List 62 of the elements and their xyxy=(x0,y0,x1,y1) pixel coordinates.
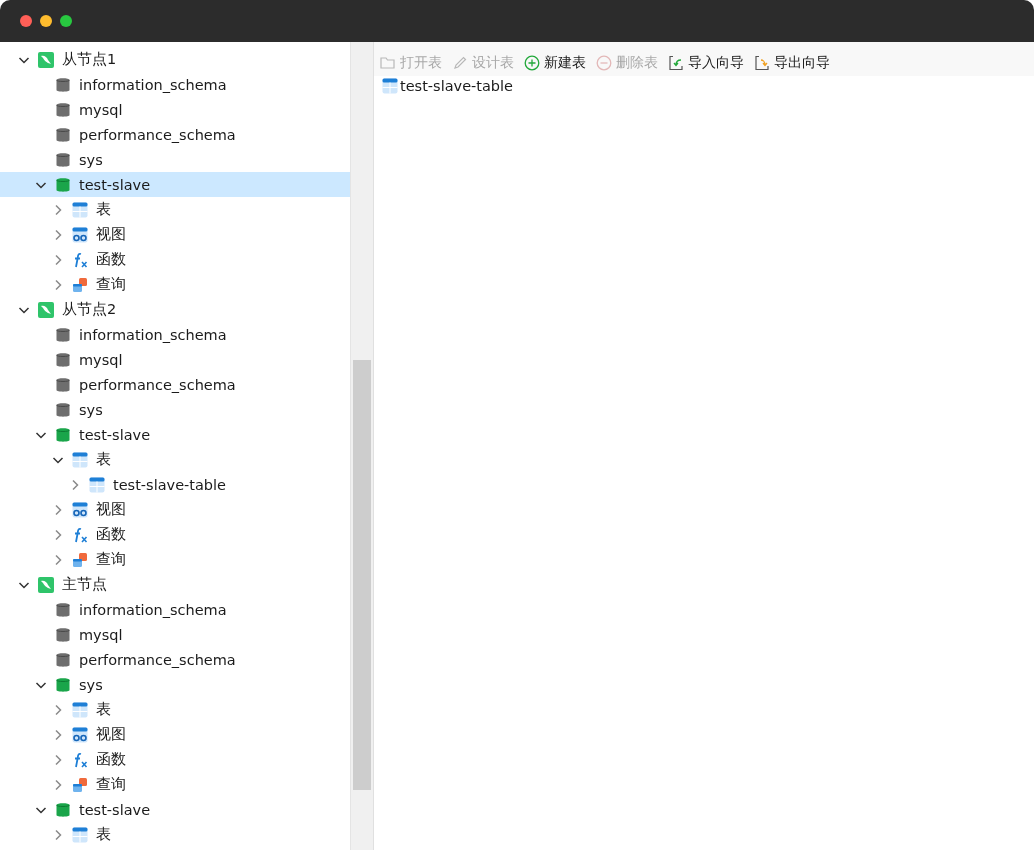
tree-item[interactable]: information_schema xyxy=(0,322,350,347)
tree-item[interactable]: performance_schema xyxy=(0,372,350,397)
pencil-icon xyxy=(452,55,468,71)
tree-item[interactable]: 从节点2 xyxy=(0,297,350,322)
folder-icon xyxy=(380,55,396,71)
tree-item[interactable]: 函数 xyxy=(0,522,350,547)
glasses-icon xyxy=(72,726,88,743)
plus-circle-icon xyxy=(524,55,540,71)
query-icon xyxy=(72,276,88,293)
tree-item[interactable]: performance_schema xyxy=(0,647,350,672)
minimize-button[interactable] xyxy=(40,15,52,27)
table-item[interactable]: test-slave-table xyxy=(374,76,513,94)
function-icon xyxy=(72,251,88,268)
table-icon xyxy=(72,451,88,468)
minus-circle-icon xyxy=(596,55,612,71)
query-icon xyxy=(72,551,88,568)
tree-item[interactable]: test-slave xyxy=(0,797,350,822)
table-icon xyxy=(89,476,105,493)
table-icon xyxy=(72,701,88,718)
function-icon xyxy=(72,751,88,768)
tree-item[interactable]: information_schema xyxy=(0,72,350,97)
export-icon xyxy=(754,55,770,71)
tree-item[interactable]: sys xyxy=(0,397,350,422)
tree-item[interactable]: 函数 xyxy=(0,747,350,772)
table-icon xyxy=(72,201,88,218)
tree-item[interactable]: 视图 xyxy=(0,722,350,747)
tree-item[interactable]: mysql xyxy=(0,347,350,372)
maximize-button[interactable] xyxy=(60,15,72,27)
table-icon xyxy=(72,826,88,843)
tree-item[interactable]: sys xyxy=(0,147,350,172)
tree-item[interactable]: 表 xyxy=(0,197,350,222)
tree-item[interactable]: performance_schema xyxy=(0,122,350,147)
tree-item[interactable]: 函数 xyxy=(0,247,350,272)
tree-item[interactable]: 主节点 xyxy=(0,572,350,597)
tree-item[interactable]: test-slave xyxy=(0,422,350,447)
table-icon xyxy=(382,78,398,94)
glasses-icon xyxy=(72,501,88,518)
tree-item[interactable]: 从节点1 xyxy=(0,47,350,72)
tree-item[interactable]: 表 xyxy=(0,447,350,472)
query-icon xyxy=(72,776,88,793)
tree-item[interactable]: sys xyxy=(0,672,350,697)
toolbar-button[interactable]: 导入向导 xyxy=(668,52,744,74)
close-button[interactable] xyxy=(20,15,32,27)
import-icon xyxy=(668,55,684,71)
tree-item[interactable]: test-slave xyxy=(0,172,350,197)
tree-item[interactable]: information_schema xyxy=(0,597,350,622)
tree-item[interactable]: 查询 xyxy=(0,272,350,297)
tree-item[interactable]: 表 xyxy=(0,697,350,722)
function-icon xyxy=(72,526,88,543)
scrollbar[interactable] xyxy=(350,42,373,850)
toolbar-button[interactable]: 导出向导 xyxy=(754,52,830,74)
tree-item[interactable]: 视图 xyxy=(0,222,350,247)
tree-item[interactable]: 表 xyxy=(0,822,350,847)
tree-item[interactable]: 视图 xyxy=(0,497,350,522)
tree-item[interactable]: 查询 xyxy=(0,547,350,572)
tree-item[interactable]: 查询 xyxy=(0,772,350,797)
glasses-icon xyxy=(72,226,88,243)
tree-item[interactable]: test-slave-table xyxy=(0,472,350,497)
toolbar-button[interactable]: 新建表 xyxy=(524,52,586,74)
tree-item[interactable]: mysql xyxy=(0,622,350,647)
tree-item[interactable]: mysql xyxy=(0,97,350,122)
scrollbar-thumb[interactable] xyxy=(353,360,371,790)
